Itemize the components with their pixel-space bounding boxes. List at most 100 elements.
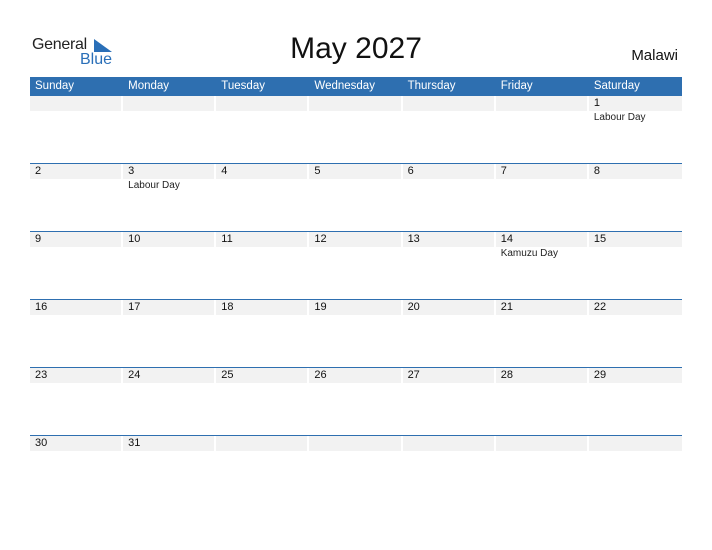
day-cell: 1 Labour Day [588, 96, 682, 163]
day-cell [402, 96, 496, 163]
weekday-sunday: Sunday [35, 80, 75, 92]
day-cell: 23 [30, 368, 123, 435]
day-number: 18 [216, 300, 308, 315]
day-number [309, 96, 401, 111]
day-cell: 25 [216, 368, 309, 435]
country-label: Malawi [631, 47, 678, 64]
holiday-label: Labour Day [593, 112, 646, 123]
day-number: 24 [123, 368, 215, 383]
day-cell: 12 [309, 232, 402, 299]
day-cell: 30 [30, 436, 123, 503]
day-cell: 3 Labour Day [123, 164, 216, 231]
day-cell: 8 [588, 164, 682, 231]
week-row: 16 17 18 19 20 21 22 [30, 299, 682, 367]
day-cell [216, 96, 309, 163]
day-cell [30, 96, 123, 163]
day-number: 9 [30, 232, 122, 247]
day-cell [402, 436, 496, 503]
day-number [309, 436, 401, 451]
day-number: 7 [495, 164, 587, 179]
day-number: 8 [588, 164, 682, 179]
weekday-header: Sunday Monday Tuesday Wednesday Thursday… [30, 77, 682, 96]
day-cell [495, 436, 589, 503]
day-number: 10 [123, 232, 215, 247]
day-cell: 24 [123, 368, 216, 435]
day-cell [588, 436, 682, 503]
day-number: 17 [123, 300, 215, 315]
day-cell: 13 [402, 232, 496, 299]
day-cell: 31 [123, 436, 216, 503]
weekday-wednesday: Wednesday [314, 80, 375, 92]
day-number [402, 96, 494, 111]
day-cell [309, 96, 402, 163]
day-cell: 2 [30, 164, 123, 231]
day-cell: 19 [309, 300, 402, 367]
day-number [495, 436, 587, 451]
day-cell: 6 [402, 164, 496, 231]
day-number [216, 436, 308, 451]
day-number: 27 [402, 368, 494, 383]
day-cell [216, 436, 309, 503]
day-number: 14 [495, 232, 587, 247]
day-number: 19 [309, 300, 401, 315]
day-cell [495, 96, 589, 163]
week-row: 2 3 Labour Day 4 5 6 7 8 [30, 163, 682, 231]
day-cell: 21 [495, 300, 589, 367]
holiday-label: Kamuzu Day [500, 248, 558, 259]
day-number: 20 [402, 300, 494, 315]
day-cell: 27 [402, 368, 496, 435]
day-number: 15 [588, 232, 682, 247]
day-number: 13 [402, 232, 494, 247]
day-number [495, 96, 587, 111]
day-number: 28 [495, 368, 587, 383]
weeks-container: 1 Labour Day 2 3 Labour Day 4 5 6 7 8 9 10 11 12 13 14 K… [30, 96, 682, 503]
day-number [30, 96, 122, 111]
day-cell: 15 [588, 232, 682, 299]
weekday-thursday: Thursday [407, 80, 456, 92]
day-number: 31 [123, 436, 215, 451]
weekday-tuesday: Tuesday [221, 80, 265, 92]
day-number: 11 [216, 232, 308, 247]
week-row: 23 24 25 26 27 28 29 [30, 367, 682, 435]
day-cell: 28 [495, 368, 589, 435]
day-cell: 11 [216, 232, 309, 299]
weekday-monday: Monday [128, 80, 170, 92]
day-cell: 26 [309, 368, 402, 435]
day-cell: 9 [30, 232, 123, 299]
day-number: 4 [216, 164, 308, 179]
day-cell: 4 [216, 164, 309, 231]
day-number [588, 436, 682, 451]
day-cell: 14 Kamuzu Day [495, 232, 589, 299]
day-number: 30 [30, 436, 122, 451]
day-cell: 7 [495, 164, 589, 231]
day-cell: 20 [402, 300, 496, 367]
day-cell: 17 [123, 300, 216, 367]
day-number: 25 [216, 368, 308, 383]
day-cell [123, 96, 216, 163]
day-number: 22 [588, 300, 682, 315]
day-number: 16 [30, 300, 122, 315]
day-number: 1 [588, 96, 682, 111]
day-cell: 18 [216, 300, 309, 367]
week-row: 1 Labour Day [30, 96, 682, 163]
day-number [123, 96, 215, 111]
day-number: 6 [402, 164, 494, 179]
day-number: 21 [495, 300, 587, 315]
day-cell: 29 [588, 368, 682, 435]
day-number: 12 [309, 232, 401, 247]
week-row: 9 10 11 12 13 14 Kamuzu Day 15 [30, 231, 682, 299]
calendar-title: May 2027 [290, 32, 422, 65]
day-number: 23 [30, 368, 122, 383]
day-cell: 10 [123, 232, 216, 299]
day-number [402, 436, 494, 451]
day-cell [309, 436, 402, 503]
weekday-saturday: Saturday [593, 80, 640, 92]
day-cell: 22 [588, 300, 682, 367]
day-cell: 16 [30, 300, 123, 367]
week-row: 30 31 [30, 435, 682, 503]
day-number: 2 [30, 164, 122, 179]
day-number: 26 [309, 368, 401, 383]
day-number: 3 [123, 164, 215, 179]
day-number: 29 [588, 368, 682, 383]
day-number: 5 [309, 164, 401, 179]
